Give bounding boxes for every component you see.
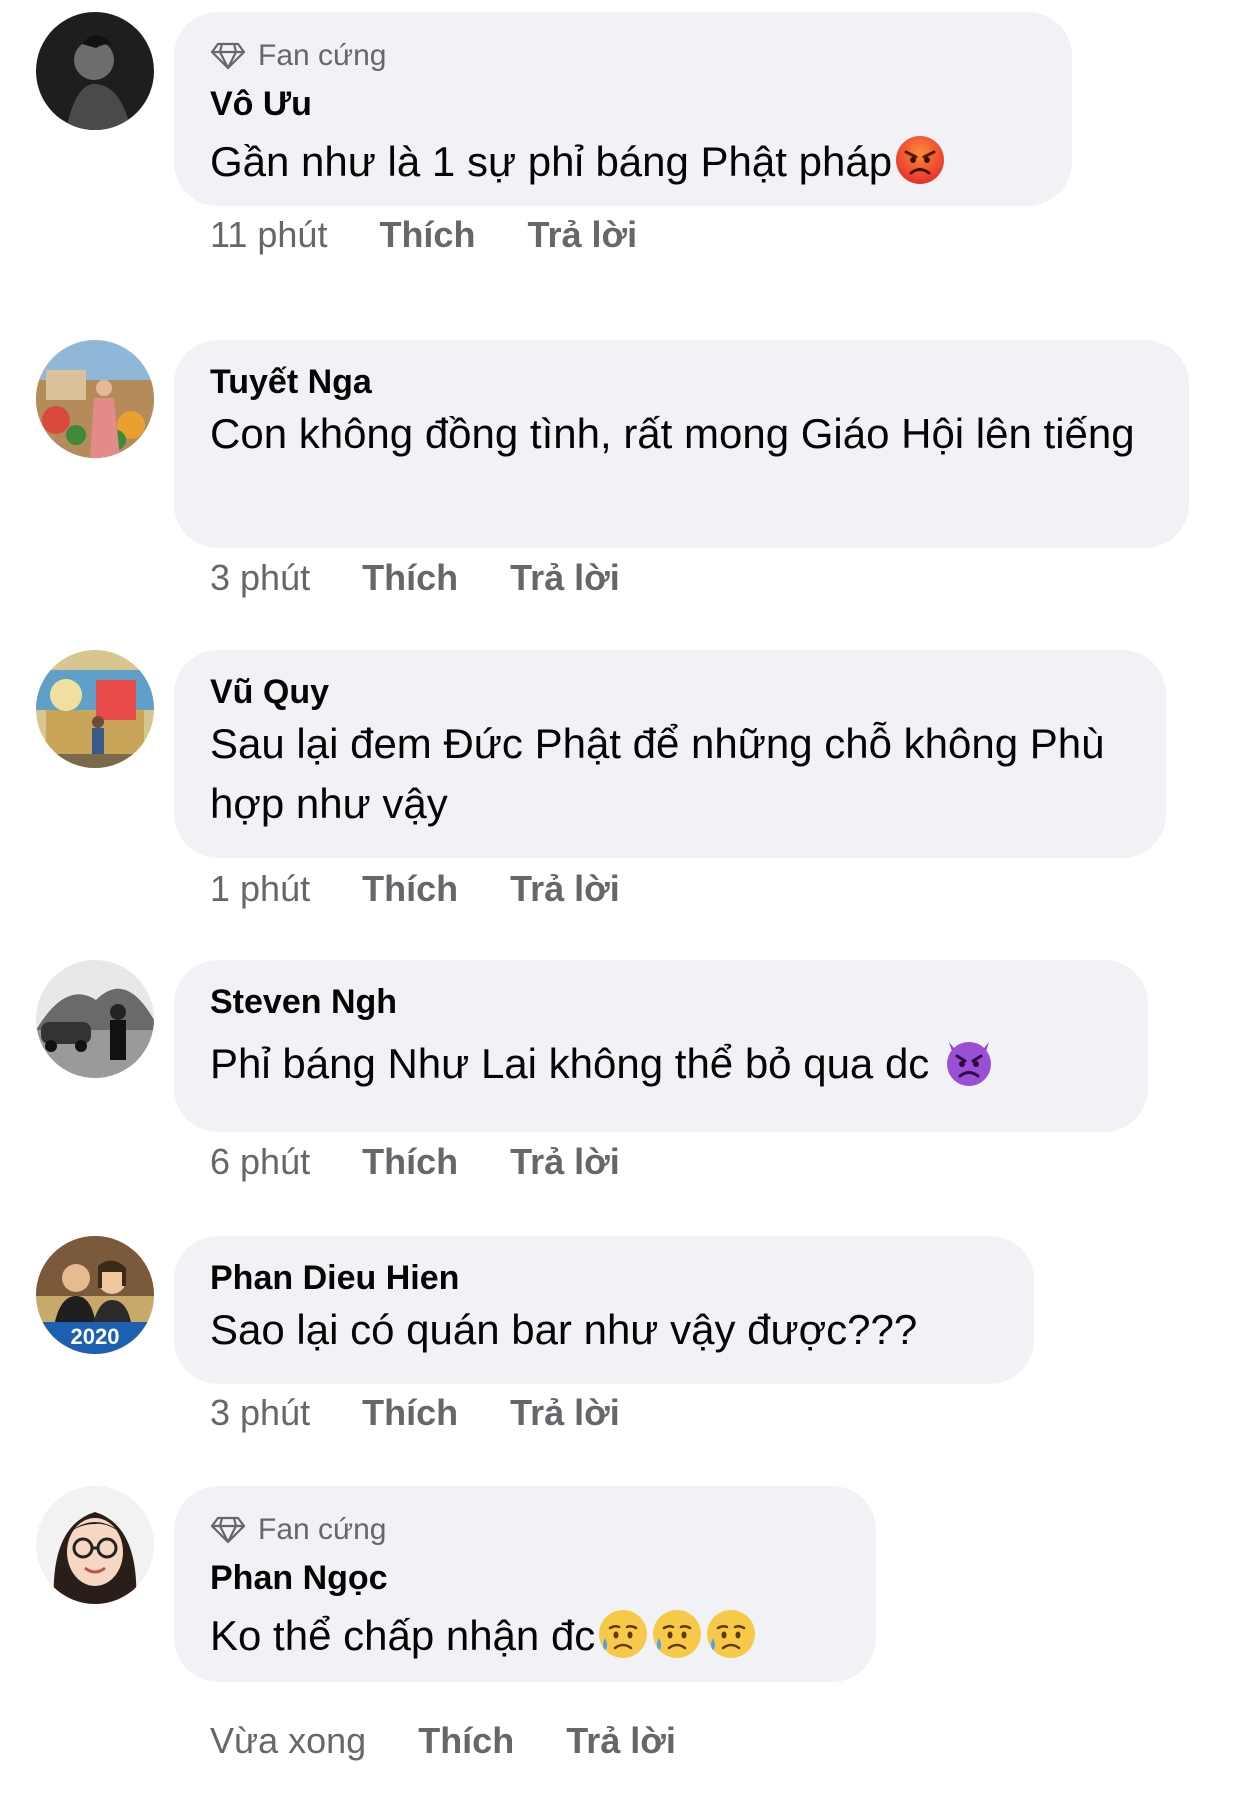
comment-bubble: Phan Dieu Hien Sao lại có quán bar như v… [174, 1236, 1034, 1384]
comment-meta: Vừa xong Thích Trả lời [210, 1716, 728, 1766]
diamond-icon [210, 42, 246, 70]
avatar[interactable] [36, 1486, 154, 1604]
comment-meta: 6 phút Thích Trả lời [210, 1137, 672, 1187]
comment-meta: 3 phút Thích Trả lời [210, 553, 672, 603]
comment-text: Phỉ báng Như Lai không thể bỏ qua dc [210, 1034, 1110, 1094]
commenter-name[interactable]: Vô Ưu [210, 82, 1034, 126]
commenter-name[interactable]: Steven Ngh [210, 980, 1110, 1024]
avatar[interactable] [36, 12, 154, 130]
angry-face-icon [894, 134, 946, 186]
commenter-name[interactable]: Phan Ngọc [210, 1556, 838, 1600]
comment-bubble: Fan cứng Phan Ngọc Ko thể chấp nhận đc [174, 1486, 876, 1682]
avatar[interactable] [36, 340, 154, 458]
angry-devil-face-icon [943, 1036, 995, 1088]
badge-label: Fan cứng [258, 39, 387, 72]
commenter-name[interactable]: Phan Dieu Hien [210, 1256, 996, 1300]
sad-sweat-face-icon [597, 1608, 649, 1660]
avatar[interactable] [36, 650, 154, 768]
comment-text: Sao lại có quán bar như vậy được??? [210, 1306, 918, 1353]
comment-bubble: Vũ Quy Sau lại đem Đức Phật để những chỗ… [174, 650, 1166, 858]
comment-text: Con không đồng tình, rất mong Giáo Hội l… [210, 410, 1135, 457]
comment-text: Ko thể chấp nhận đc [210, 1606, 838, 1666]
timestamp[interactable]: 6 phút [210, 1141, 310, 1183]
comment-bubble: Tuyết Nga Con không đồng tình, rất mong … [174, 340, 1189, 548]
like-button[interactable]: Thích [362, 1141, 458, 1183]
comment-meta: 3 phút Thích Trả lời [210, 1388, 672, 1438]
comment-text: Sau lại đem Đức Phật để những chỗ không … [210, 720, 1105, 827]
sad-sweat-face-icon [705, 1608, 757, 1660]
timestamp[interactable]: 3 phút [210, 557, 310, 599]
reply-button[interactable]: Trả lời [566, 1720, 676, 1762]
timestamp[interactable]: 1 phút [210, 868, 310, 910]
reply-button[interactable]: Trả lời [510, 557, 620, 599]
top-fan-badge: Fan cứng [210, 36, 1034, 76]
like-button[interactable]: Thích [362, 1392, 458, 1434]
commenter-name[interactable]: Tuyết Nga [210, 360, 1151, 404]
reply-button[interactable]: Trả lời [510, 1392, 620, 1434]
comment-meta: 1 phút Thích Trả lời [210, 864, 672, 914]
top-fan-badge: Fan cứng [210, 1510, 838, 1550]
commenter-name[interactable]: Vũ Quy [210, 670, 1128, 714]
reply-button[interactable]: Trả lời [527, 214, 637, 256]
avatar-year-text: 2020 [71, 1324, 120, 1349]
sad-sweat-face-icon [651, 1608, 703, 1660]
reply-button[interactable]: Trả lời [510, 1141, 620, 1183]
comment-meta: 11 phút Thích Trả lời [210, 210, 689, 260]
timestamp[interactable]: 11 phút [210, 214, 327, 256]
avatar[interactable] [36, 960, 154, 1078]
comment-bubble: Steven Ngh Phỉ báng Như Lai không thể bỏ… [174, 960, 1148, 1132]
like-button[interactable]: Thích [379, 214, 475, 256]
like-button[interactable]: Thích [362, 868, 458, 910]
comment-bubble: Fan cứng Vô Ưu Gần như là 1 sự phỉ báng … [174, 12, 1072, 206]
avatar[interactable]: 2020 [36, 1236, 154, 1354]
comment-text: Gần như là 1 sự phỉ báng Phật pháp [210, 132, 1034, 192]
timestamp[interactable]: 3 phút [210, 1392, 310, 1434]
reply-button[interactable]: Trả lời [510, 868, 620, 910]
timestamp[interactable]: Vừa xong [210, 1720, 366, 1762]
badge-label: Fan cứng [258, 1513, 387, 1546]
diamond-icon [210, 1516, 246, 1544]
like-button[interactable]: Thích [362, 557, 458, 599]
like-button[interactable]: Thích [418, 1720, 514, 1762]
